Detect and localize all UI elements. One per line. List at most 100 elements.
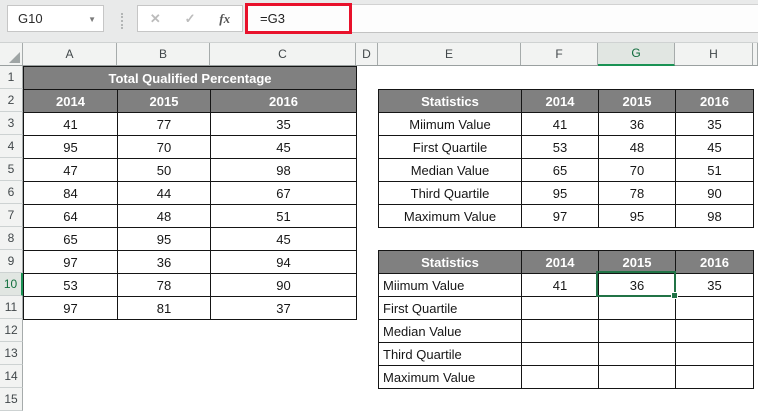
row-header-12[interactable]: 12 (0, 319, 23, 342)
cell-C7[interactable]: 51 (211, 205, 357, 228)
column-header-E[interactable]: E (378, 43, 521, 65)
cell-F12[interactable] (522, 320, 599, 343)
cell-E13[interactable]: Third Quartile (379, 343, 522, 366)
column-header-partial[interactable] (753, 43, 758, 65)
cell-C5[interactable]: 98 (211, 159, 357, 182)
cell-F2[interactable]: 2014 (522, 90, 599, 113)
cell-H2[interactable]: 2016 (676, 90, 754, 113)
cell-H3[interactable]: 35 (676, 113, 754, 136)
row-header-14[interactable]: 14 (0, 365, 23, 388)
cell-G4[interactable]: 48 (599, 136, 676, 159)
cell-G3[interactable]: 36 (599, 113, 676, 136)
column-header-B[interactable]: B (117, 43, 210, 65)
cell-B4[interactable]: 70 (118, 136, 211, 159)
cell-G6[interactable]: 78 (599, 182, 676, 205)
cell-B10[interactable]: 78 (118, 274, 211, 297)
cell-A3[interactable]: 41 (24, 113, 118, 136)
name-box-dropdown-icon[interactable]: ▼ (88, 15, 96, 24)
row-header-4[interactable]: 4 (0, 135, 23, 158)
cell-G7[interactable]: 95 (599, 205, 676, 228)
cell-E12[interactable]: Median Value (379, 320, 522, 343)
row-header-2[interactable]: 2 (0, 89, 23, 112)
cell-E5[interactable]: Median Value (379, 159, 522, 182)
row-header-11[interactable]: 11 (0, 296, 23, 319)
cell-C3[interactable]: 35 (211, 113, 357, 136)
cell-G14[interactable] (599, 366, 676, 389)
cell-B3[interactable]: 77 (118, 113, 211, 136)
cell-C9[interactable]: 94 (211, 251, 357, 274)
cell-A8[interactable]: 65 (24, 228, 118, 251)
cell-C4[interactable]: 45 (211, 136, 357, 159)
row-header-13[interactable]: 13 (0, 342, 23, 365)
column-header-A[interactable]: A (23, 43, 117, 65)
cell-H12[interactable] (676, 320, 754, 343)
cell-F7[interactable]: 97 (522, 205, 599, 228)
cell-G11[interactable] (599, 297, 676, 320)
fill-handle[interactable] (671, 292, 678, 299)
cell-F11[interactable] (522, 297, 599, 320)
cell-A5[interactable]: 47 (24, 159, 118, 182)
cell-H13[interactable] (676, 343, 754, 366)
cell-G13[interactable] (599, 343, 676, 366)
cell-G10[interactable]: 36 (599, 274, 676, 297)
row-header-10[interactable]: 10 (0, 273, 23, 296)
cell-G2[interactable]: 2015 (599, 90, 676, 113)
cell-A2[interactable]: 2014 (24, 90, 118, 113)
cell-H4[interactable]: 45 (676, 136, 754, 159)
cell-F4[interactable]: 53 (522, 136, 599, 159)
cell-H10[interactable]: 35 (676, 274, 754, 297)
cell-E2[interactable]: Statistics (379, 90, 522, 113)
cell-B7[interactable]: 48 (118, 205, 211, 228)
cell-C10[interactable]: 90 (211, 274, 357, 297)
cell-C11[interactable]: 37 (211, 297, 357, 320)
cell-F5[interactable]: 65 (522, 159, 599, 182)
left-table-title[interactable]: Total Qualified Percentage (24, 67, 357, 90)
cell-H14[interactable] (676, 366, 754, 389)
cell-E3[interactable]: Miimum Value (379, 113, 522, 136)
cell-H7[interactable]: 98 (676, 205, 754, 228)
cell-F6[interactable]: 95 (522, 182, 599, 205)
cell-A11[interactable]: 97 (24, 297, 118, 320)
cell-H6[interactable]: 90 (676, 182, 754, 205)
cell-C8[interactable]: 45 (211, 228, 357, 251)
name-box[interactable]: G10 ▼ (7, 5, 104, 32)
cell-E10[interactable]: Miimum Value (379, 274, 522, 297)
cell-G12[interactable] (599, 320, 676, 343)
column-header-G[interactable]: G (598, 43, 675, 66)
cell-F9[interactable]: 2014 (522, 251, 599, 274)
row-header-6[interactable]: 6 (0, 181, 23, 204)
cell-C6[interactable]: 67 (211, 182, 357, 205)
cell-E11[interactable]: First Quartile (379, 297, 522, 320)
cell-A7[interactable]: 64 (24, 205, 118, 228)
cell-A6[interactable]: 84 (24, 182, 118, 205)
cell-F14[interactable] (522, 366, 599, 389)
column-header-F[interactable]: F (521, 43, 598, 65)
cell-B2[interactable]: 2015 (118, 90, 211, 113)
row-header-5[interactable]: 5 (0, 158, 23, 181)
row-header-8[interactable]: 8 (0, 227, 23, 250)
cell-E7[interactable]: Maximum Value (379, 205, 522, 228)
cell-F3[interactable]: 41 (522, 113, 599, 136)
cell-C2[interactable]: 2016 (211, 90, 357, 113)
row-header-3[interactable]: 3 (0, 112, 23, 135)
cell-E6[interactable]: Third Quartile (379, 182, 522, 205)
cell-B11[interactable]: 81 (118, 297, 211, 320)
cell-G5[interactable]: 70 (599, 159, 676, 182)
cell-A9[interactable]: 97 (24, 251, 118, 274)
cell-A4[interactable]: 95 (24, 136, 118, 159)
cell-B8[interactable]: 95 (118, 228, 211, 251)
cell-G9[interactable]: 2015 (599, 251, 676, 274)
cell-B9[interactable]: 36 (118, 251, 211, 274)
row-header-15[interactable]: 15 (0, 388, 23, 411)
row-header-7[interactable]: 7 (0, 204, 23, 227)
column-header-H[interactable]: H (675, 43, 753, 65)
cell-F10[interactable]: 41 (522, 274, 599, 297)
cancel-icon[interactable]: ✕ (150, 11, 161, 27)
cell-E4[interactable]: First Quartile (379, 136, 522, 159)
enter-icon[interactable]: ✓ (185, 11, 196, 27)
cell-H5[interactable]: 51 (676, 159, 754, 182)
insert-function-icon[interactable]: fx (219, 11, 230, 27)
cell-A10[interactable]: 53 (24, 274, 118, 297)
row-header-1[interactable]: 1 (0, 66, 23, 89)
column-header-D[interactable]: D (356, 43, 378, 65)
